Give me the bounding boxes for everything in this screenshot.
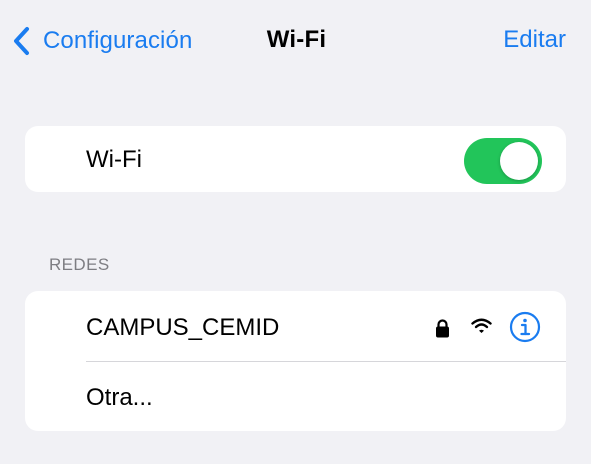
wifi-toggle-label: Wi-Fi [86, 146, 142, 173]
back-button-label: Configuración [43, 27, 193, 54]
back-button[interactable]: Configuración [12, 22, 192, 60]
edit-button[interactable]: Editar [503, 26, 566, 54]
navigation-bar: Configuración Wi-Fi Editar [0, 0, 591, 82]
networks-section-header: REDES [49, 255, 110, 274]
wifi-toggle-switch[interactable] [464, 138, 542, 184]
other-network-row[interactable]: Otra... [25, 362, 566, 432]
wifi-toggle-card: Wi-Fi [25, 126, 566, 192]
network-row-campus-cemid[interactable]: CAMPUS_CEMID [25, 291, 566, 362]
wifi-signal-icon [471, 318, 492, 334]
other-network-label: Otra... [86, 384, 153, 411]
toggle-knob [500, 142, 538, 180]
info-icon[interactable] [509, 311, 541, 343]
networks-card: CAMPUS_CEMID Otra... [25, 291, 566, 431]
network-name: CAMPUS_CEMID [86, 314, 280, 341]
lock-icon [435, 318, 450, 338]
chevron-left-icon [12, 24, 34, 58]
